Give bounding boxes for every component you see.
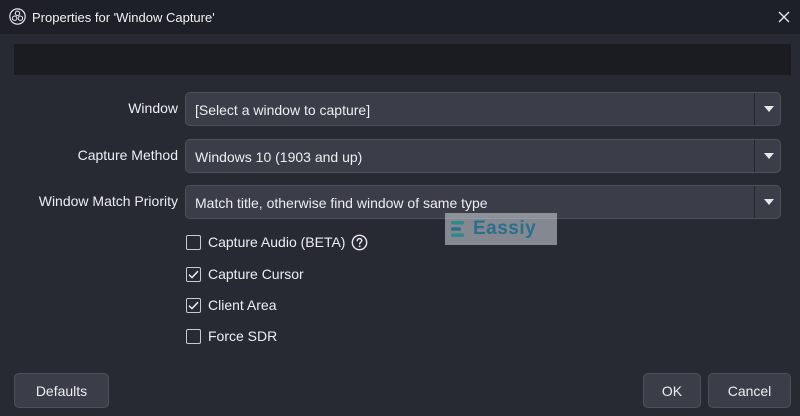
chevron-down-icon bbox=[764, 106, 774, 112]
window-select-value: [Select a window to capture] bbox=[195, 102, 371, 118]
window-label: Window bbox=[128, 100, 178, 116]
cancel-button[interactable]: Cancel bbox=[708, 373, 791, 408]
select-divider bbox=[754, 186, 755, 218]
match-priority-select-value: Match title, otherwise find window of sa… bbox=[195, 195, 488, 211]
defaults-button[interactable]: Defaults bbox=[14, 373, 109, 408]
client-area-label: Client Area bbox=[208, 297, 277, 313]
capture-audio-label: Capture Audio (BETA) bbox=[208, 234, 346, 250]
capture-method-select[interactable]: Windows 10 (1903 and up) bbox=[185, 139, 781, 173]
match-priority-label: Window Match Priority bbox=[38, 193, 178, 209]
capture-method-select-value: Windows 10 (1903 and up) bbox=[195, 149, 363, 165]
client-area-checkbox[interactable] bbox=[186, 297, 201, 313]
chevron-down-icon bbox=[764, 153, 774, 159]
logo-icon bbox=[451, 221, 464, 237]
select-divider bbox=[754, 140, 755, 172]
window-select[interactable]: [Select a window to capture] bbox=[185, 92, 781, 126]
title-bar: Properties for 'Window Capture' bbox=[0, 0, 800, 34]
capture-cursor-checkbox-row[interactable]: Capture Cursor bbox=[186, 264, 304, 284]
source-preview-area bbox=[14, 44, 791, 75]
help-icon[interactable] bbox=[351, 234, 368, 251]
ok-button[interactable]: OK bbox=[643, 373, 701, 408]
capture-method-label: Capture Method bbox=[77, 147, 178, 163]
properties-dialog: Properties for 'Window Capture' Window [… bbox=[0, 0, 800, 416]
watermark-text: Eassiy bbox=[473, 218, 537, 239]
chevron-down-icon bbox=[764, 199, 774, 205]
capture-audio-checkbox[interactable] bbox=[186, 234, 201, 250]
force-sdr-checkbox-row[interactable]: Force SDR bbox=[186, 326, 277, 346]
watermark-logo: Eassiy bbox=[445, 213, 557, 245]
select-divider bbox=[754, 93, 755, 125]
checkmark-icon bbox=[188, 301, 199, 310]
capture-cursor-label: Capture Cursor bbox=[208, 266, 304, 282]
client-area-checkbox-row[interactable]: Client Area bbox=[186, 295, 276, 315]
close-icon bbox=[778, 11, 790, 23]
force-sdr-checkbox[interactable] bbox=[186, 328, 201, 344]
close-button[interactable] bbox=[770, 4, 798, 30]
checkmark-icon bbox=[188, 270, 199, 279]
obs-app-icon bbox=[9, 8, 26, 25]
force-sdr-label: Force SDR bbox=[208, 328, 278, 344]
capture-audio-checkbox-row[interactable]: Capture Audio (BETA) bbox=[186, 232, 368, 252]
dialog-title: Properties for 'Window Capture' bbox=[32, 10, 215, 25]
capture-cursor-checkbox[interactable] bbox=[186, 266, 201, 282]
